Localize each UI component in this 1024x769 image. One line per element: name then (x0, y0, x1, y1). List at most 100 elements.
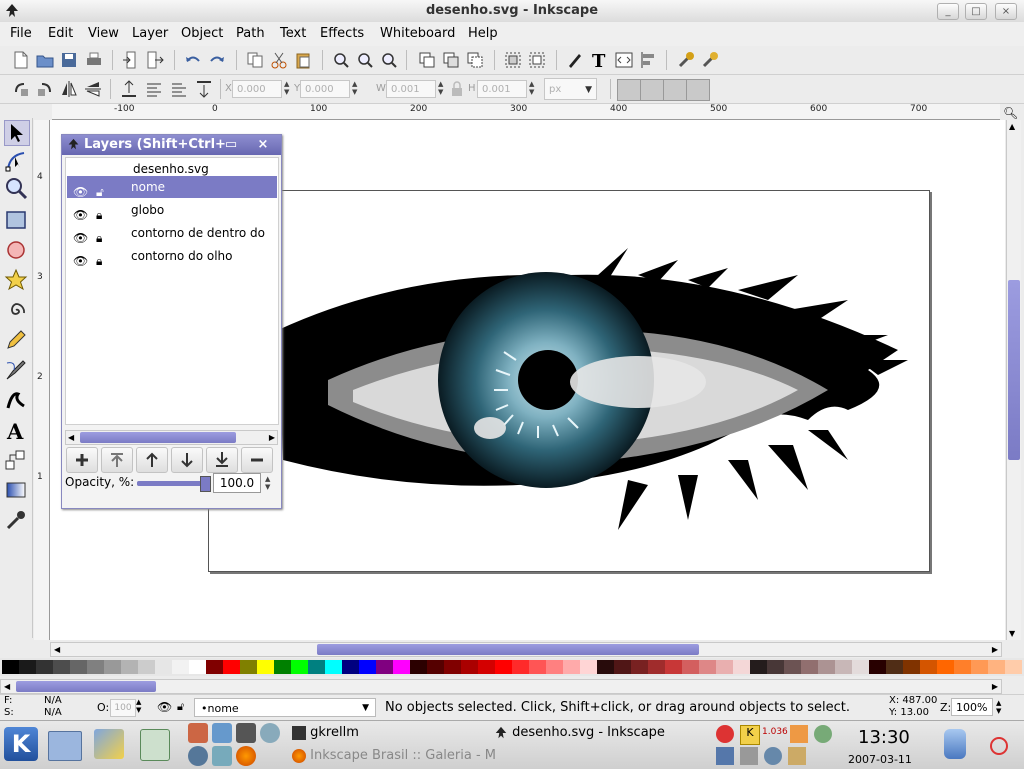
firefox-icon[interactable] (236, 746, 256, 766)
group-icon[interactable] (504, 51, 522, 69)
color-swatch[interactable] (733, 660, 750, 674)
color-swatch[interactable] (886, 660, 903, 674)
cut-icon[interactable] (270, 51, 288, 69)
pen-tool-icon[interactable] (4, 358, 28, 382)
star-tool-icon[interactable] (4, 268, 28, 292)
color-swatch[interactable] (2, 660, 19, 674)
eye-visible-icon[interactable]: 👁︎ (73, 250, 88, 272)
height-spinner[interactable]: ▲ ▼ (529, 80, 537, 96)
undo-icon[interactable] (184, 51, 202, 69)
dialog-restore-icon[interactable]: ▭ (222, 135, 240, 155)
canvas-vertical-scrollbar[interactable]: ▲ ▼ (1006, 120, 1021, 640)
zoom-tool-icon[interactable] (4, 176, 28, 200)
scroll-left-icon[interactable]: ◀ (68, 431, 74, 444)
unlink-clone-icon[interactable] (466, 51, 484, 69)
scroll-left-icon[interactable]: ◀ (54, 643, 60, 656)
tray-network-icon[interactable] (764, 747, 782, 765)
layers-scroll-thumb[interactable] (80, 432, 236, 443)
layers-dialog-header[interactable]: Layers (Shift+Ctrl+ ▭ × (62, 135, 281, 155)
palette-scroll-thumb[interactable] (16, 681, 156, 692)
layer-row-contorno-do-olho[interactable]: 👁︎ 🔒︎ contorno do olho (67, 245, 277, 268)
color-swatch[interactable] (614, 660, 631, 674)
gradient-tool-icon[interactable] (4, 478, 28, 502)
color-swatch[interactable] (19, 660, 36, 674)
task-gkrellm[interactable]: gkrellm (292, 722, 482, 744)
duplicate-icon[interactable] (418, 51, 436, 69)
color-swatch[interactable] (937, 660, 954, 674)
color-swatch[interactable] (767, 660, 784, 674)
menu-whiteboard[interactable]: Whiteboard (380, 26, 455, 41)
menu-path[interactable]: Path (236, 26, 265, 41)
menu-text[interactable]: Text (280, 26, 306, 41)
x-spinner[interactable]: ▲ ▼ (284, 80, 292, 96)
color-swatch[interactable] (87, 660, 104, 674)
tray-clipboard-icon[interactable] (788, 747, 806, 765)
color-swatch[interactable] (70, 660, 87, 674)
tray-app-icon[interactable] (740, 747, 758, 765)
menu-object[interactable]: Object (181, 26, 223, 41)
minimize-button[interactable]: _ (937, 3, 959, 20)
layer-row-globo[interactable]: 👁︎ 🔒︎ globo (67, 199, 277, 222)
x-field[interactable]: 0.000 (232, 80, 282, 98)
task-inkscape[interactable]: desenho.svg - Inkscape (494, 722, 704, 744)
color-swatch[interactable] (818, 660, 835, 674)
color-swatch[interactable] (308, 660, 325, 674)
lower-layer-to-bottom-button[interactable] (206, 447, 238, 473)
logout-icon[interactable] (990, 737, 1008, 755)
color-swatch[interactable] (393, 660, 410, 674)
color-swatch[interactable] (920, 660, 937, 674)
opacity-status-field[interactable]: 100 (110, 699, 136, 717)
app-launcher-icon[interactable] (188, 723, 208, 743)
eye-visible-icon[interactable]: 👁︎ (157, 700, 172, 714)
app-launcher-icon[interactable] (212, 746, 232, 766)
color-swatch[interactable] (223, 660, 240, 674)
print-icon[interactable] (85, 51, 103, 69)
menu-layer[interactable]: Layer (132, 26, 168, 41)
scale-corners-toggle[interactable] (640, 79, 664, 101)
current-layer-select[interactable]: •nome ▼ (194, 698, 376, 717)
color-swatch[interactable] (869, 660, 886, 674)
scale-stroke-toggle[interactable] (617, 79, 641, 101)
height-field[interactable]: 0.001 (477, 80, 527, 98)
lock-ratio-icon[interactable] (451, 81, 463, 97)
zoom-drawing-icon[interactable] (356, 51, 374, 69)
kde-menu-icon[interactable]: K (4, 727, 38, 761)
dialog-close-icon[interactable]: × (254, 135, 272, 155)
color-swatch[interactable] (36, 660, 53, 674)
task-browser[interactable]: Inkscape Brasil :: Galeria - M (292, 745, 702, 767)
redo-icon[interactable] (208, 51, 226, 69)
zoom-corner-icon[interactable]: 🔍︎ (1003, 106, 1018, 120)
lower-to-bottom-icon[interactable] (195, 80, 213, 98)
color-swatch[interactable] (631, 660, 648, 674)
node-tool-icon[interactable] (4, 149, 28, 173)
new-document-icon[interactable] (12, 51, 30, 69)
color-swatch[interactable] (580, 660, 597, 674)
lock-icon[interactable]: 🔒︎ (96, 250, 102, 272)
raise-icon[interactable] (145, 80, 163, 98)
menu-help[interactable]: Help (468, 26, 498, 41)
color-swatch[interactable] (563, 660, 580, 674)
color-swatch[interactable] (529, 660, 546, 674)
color-swatch[interactable] (750, 660, 767, 674)
opacity-slider[interactable] (137, 476, 211, 492)
rectangle-tool-icon[interactable] (4, 208, 28, 232)
color-swatch[interactable] (325, 660, 342, 674)
opacity-spinner[interactable]: ▲ ▼ (265, 475, 273, 491)
scroll-down-icon[interactable]: ▼ (1009, 629, 1015, 638)
opacity-status-spinner[interactable]: ▲ ▼ (136, 698, 141, 714)
preferences-icon[interactable] (678, 51, 696, 69)
export-icon[interactable] (146, 51, 164, 69)
color-swatch[interactable] (495, 660, 512, 674)
stroke-value[interactable]: N/A (44, 707, 62, 718)
text-tool-icon[interactable]: A (4, 418, 28, 442)
color-swatch[interactable] (971, 660, 988, 674)
flip-horizontal-icon[interactable] (60, 80, 78, 98)
zoom-field[interactable]: 100% (951, 698, 993, 716)
color-swatch[interactable] (410, 660, 427, 674)
unit-select[interactable]: px ▼ (544, 78, 597, 100)
vertical-ruler[interactable]: 4 3 2 1 (34, 120, 50, 640)
pencil-tool-icon[interactable] (4, 328, 28, 352)
clone-icon[interactable] (442, 51, 460, 69)
vertical-scroll-thumb[interactable] (1008, 280, 1020, 460)
transform-gradients-toggle[interactable] (663, 79, 687, 101)
